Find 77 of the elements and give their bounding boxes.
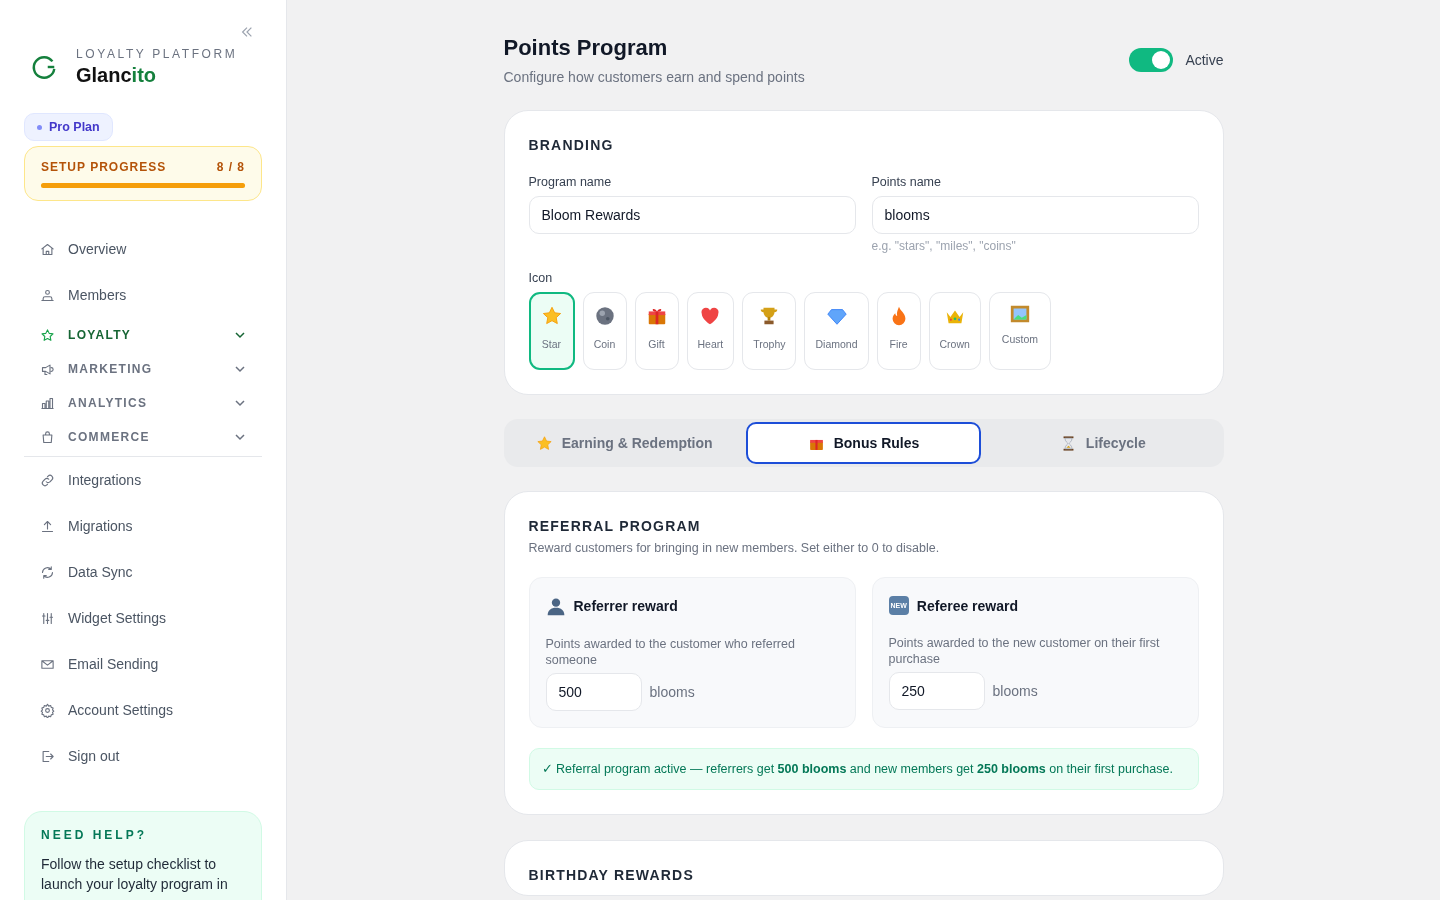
plan-badge: Pro Plan: [24, 113, 113, 141]
icon-option[interactable]: Crown: [928, 292, 981, 370]
nav-item[interactable]: Account Settings: [24, 687, 262, 733]
nav-icon: [40, 287, 55, 303]
tab[interactable]: Bonus Rules: [745, 422, 982, 464]
collapse-icon[interactable]: [240, 25, 254, 39]
icon-option[interactable]: Heart: [686, 292, 735, 370]
status-notice: ✓ Referral program active — referrers get 500 blooms and new members get 250 blooms on their first purchase.: [528, 748, 1199, 790]
reward-description: Points awarded to the customer who referred someone: [545, 636, 796, 668]
nav-item[interactable]: Sign out: [24, 733, 262, 779]
page-subtitle: Configure how customers earn and spend points: [503, 69, 805, 85]
nav-group[interactable]: ANALYTICS: [24, 386, 262, 420]
nav-item[interactable]: Email Sending: [24, 641, 262, 687]
chevron-icon: [234, 431, 246, 443]
icon-option[interactable]: Fire: [876, 292, 921, 370]
nav-item[interactable]: Members: [24, 272, 262, 318]
field-hint: e.g. "stars", "miles", "coins": [871, 239, 1017, 253]
nav-icon: [40, 564, 55, 580]
reward-description: Points awarded to the new customer on their first purchase: [888, 635, 1161, 667]
chevron-icon: [234, 329, 246, 341]
star-icon: [540, 305, 563, 327]
nav-icon: [40, 472, 55, 488]
points-field[interactable]: 250: [888, 672, 985, 710]
reward-title: Referrer reward: [573, 598, 678, 614]
brand-tagline: LOYALTY PLATFORM: [76, 47, 238, 61]
unit-label: blooms: [992, 683, 1038, 699]
points-name-field[interactable]: blooms: [871, 196, 1199, 234]
nav-item[interactable]: Migrations: [24, 503, 262, 549]
progress-label: SETUP PROGRESS: [41, 160, 167, 174]
unit-label: blooms: [649, 684, 695, 700]
icon-option[interactable]: Star: [528, 292, 575, 370]
nav-icon: [40, 327, 55, 343]
nav-icon: [40, 241, 55, 257]
nav-icon: [40, 748, 55, 764]
icon-option[interactable]: Gift: [634, 292, 679, 370]
icon-option[interactable]: Custom: [988, 292, 1052, 370]
toggle-label: Active: [1185, 52, 1224, 68]
nav-group[interactable]: COMMERCE: [24, 420, 262, 454]
coin-icon: [593, 305, 616, 327]
chevron-icon: [234, 363, 246, 375]
progress-count: 8 / 8: [216, 160, 245, 174]
field-label: Points name: [871, 175, 942, 189]
nav-icon: [40, 429, 55, 445]
icon-option[interactable]: Coin: [582, 292, 627, 370]
page-title: Points Program: [503, 35, 669, 61]
field-label: Program name: [528, 175, 613, 189]
help-text: Follow the setup checklist to launch your loyalty program in: [41, 855, 229, 894]
field-label: Icon: [528, 271, 554, 285]
icon-option[interactable]: Diamond: [804, 292, 869, 370]
tab[interactable]: Earning & Redemption: [506, 422, 742, 464]
brand-name: Glancito: [76, 64, 157, 87]
star-icon: [535, 434, 553, 452]
nav-group[interactable]: LOYALTY: [24, 318, 262, 352]
reward-title: Referee reward: [916, 597, 1018, 614]
nav-group[interactable]: MARKETING: [24, 352, 262, 386]
help-title: NEED HELP?: [41, 828, 148, 842]
nav-icon: [40, 518, 55, 534]
section-title: BRANDING: [528, 137, 615, 153]
nav-icon: [40, 395, 55, 411]
nav-icon: [40, 610, 55, 626]
person-icon: [545, 596, 566, 616]
nav-item[interactable]: Widget Settings: [24, 595, 262, 641]
section-subtitle: Reward customers for bringing in new members. Set either to 0 to disable.: [528, 541, 941, 555]
active-toggle[interactable]: [1129, 48, 1174, 72]
points-field[interactable]: 500: [545, 673, 642, 711]
nav-icon: [40, 702, 55, 718]
icon-option[interactable]: Trophy: [742, 292, 797, 370]
program-name-field[interactable]: Bloom Rewards: [528, 196, 856, 234]
section-title: REFERRAL PROGRAM: [528, 518, 702, 534]
picture-frame-icon: [1008, 303, 1031, 325]
logo-icon: [30, 53, 58, 81]
tab[interactable]: Lifecycle: [985, 422, 1221, 464]
chevron-icon: [234, 397, 246, 409]
section-title: BIRTHDAY REWARDS: [528, 867, 695, 883]
nav-item[interactable]: Data Sync: [24, 549, 262, 595]
nav-item[interactable]: Integrations: [24, 457, 262, 503]
nav-item[interactable]: Overview: [24, 226, 262, 272]
